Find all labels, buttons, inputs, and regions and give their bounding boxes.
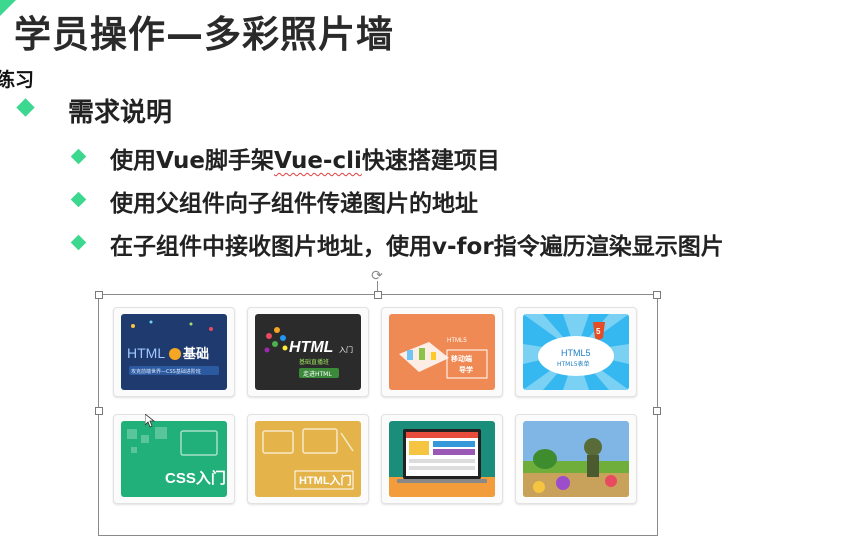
gallery-card-html-basics[interactable]: HTML 基础 攻克前端世界—CSS基础进阶班 xyxy=(113,307,235,397)
requirements-heading: 需求说明 xyxy=(68,98,173,128)
mouse-pointer-icon xyxy=(145,414,155,428)
gallery-card-html5-mobile[interactable]: HTML5 移动端 导学 xyxy=(381,307,503,397)
thumb-html-intro: HTML 入门 基础直播班 走进HTML xyxy=(255,314,361,390)
thumb-plants-game xyxy=(523,421,629,497)
gallery-card-html5-form[interactable]: 5 HTML5 HTML5表单 xyxy=(515,307,637,397)
html5-form-label-b: HTML5表单 xyxy=(557,360,590,368)
gallery-card-css-intro[interactable]: CSS入门 xyxy=(113,414,235,504)
css-intro-label: CSS入门 xyxy=(165,469,226,487)
resize-handle-left[interactable] xyxy=(95,407,103,415)
html-intro-yellow-label: HTML入门 xyxy=(299,473,352,487)
bullet-1-part-b: Vue-cli xyxy=(273,148,362,174)
bullet-diamond-icon xyxy=(70,148,87,165)
bullet-1: 使用Vue脚手架Vue-cli快速搭建项目 xyxy=(110,141,500,175)
html5-mobile-label-a: HTML5 xyxy=(447,338,467,344)
html-basics-label-a: HTML xyxy=(127,345,165,361)
html5-mobile-caption: 导学 xyxy=(459,365,473,374)
html-basics-caption: 攻克前端世界—CSS基础进阶班 xyxy=(131,368,201,375)
bullet-3: 在子组件中接收图片地址，使用v-for指令遍历渲染显示图片 xyxy=(110,234,724,260)
resize-handle-top[interactable] xyxy=(374,291,382,299)
thumb-html-basics: HTML 基础 攻克前端世界—CSS基础进阶班 xyxy=(121,314,227,390)
bullet-diamond-icon xyxy=(70,191,87,208)
bullet-diamond-icon xyxy=(70,234,87,251)
html-intro-badge: 走进HTML xyxy=(303,370,332,378)
resize-handle-top-right[interactable] xyxy=(653,291,661,299)
html5-mobile-label-b: 移动端 xyxy=(451,354,472,363)
heading-diamond-icon xyxy=(16,98,35,117)
gallery-card-html-intro-yellow[interactable]: HTML入门 xyxy=(247,414,369,504)
section-label: 练习 xyxy=(0,69,35,91)
gallery-card-html-intro[interactable]: HTML 入门 基础直播班 走进HTML xyxy=(247,307,369,397)
html5-form-label-a: HTML5 xyxy=(561,348,591,358)
gallery-card-website-laptop[interactable] xyxy=(381,414,503,504)
html-intro-caption: 基础直播班 xyxy=(299,358,329,366)
thumb-html5-mobile: HTML5 移动端 导学 xyxy=(389,314,495,390)
thumb-html-intro-yellow: HTML入门 xyxy=(255,421,361,497)
bullet-2: 使用父组件向子组件传递图片的地址 xyxy=(110,191,478,217)
thumb-css-intro: CSS入门 xyxy=(121,421,227,497)
gallery-card-plants-game[interactable] xyxy=(515,414,637,504)
bullet-1-part-a: 使用Vue脚手架 xyxy=(110,148,274,174)
thumb-html5-form: 5 HTML5 HTML5表单 xyxy=(523,314,629,390)
resize-handle-right[interactable] xyxy=(653,407,661,415)
html-basics-label-b: 基础 xyxy=(182,346,209,362)
thumb-website-laptop xyxy=(389,421,495,497)
svg-text:5: 5 xyxy=(596,327,601,336)
html-intro-label-b: 入门 xyxy=(339,345,353,354)
bullet-1-part-c: 快速搭建项目 xyxy=(361,148,500,174)
html-intro-label-a: HTML xyxy=(289,339,333,356)
resize-handle-top-left[interactable] xyxy=(95,291,103,299)
slide-title: 学员操作—多彩照片墙 xyxy=(14,13,394,56)
